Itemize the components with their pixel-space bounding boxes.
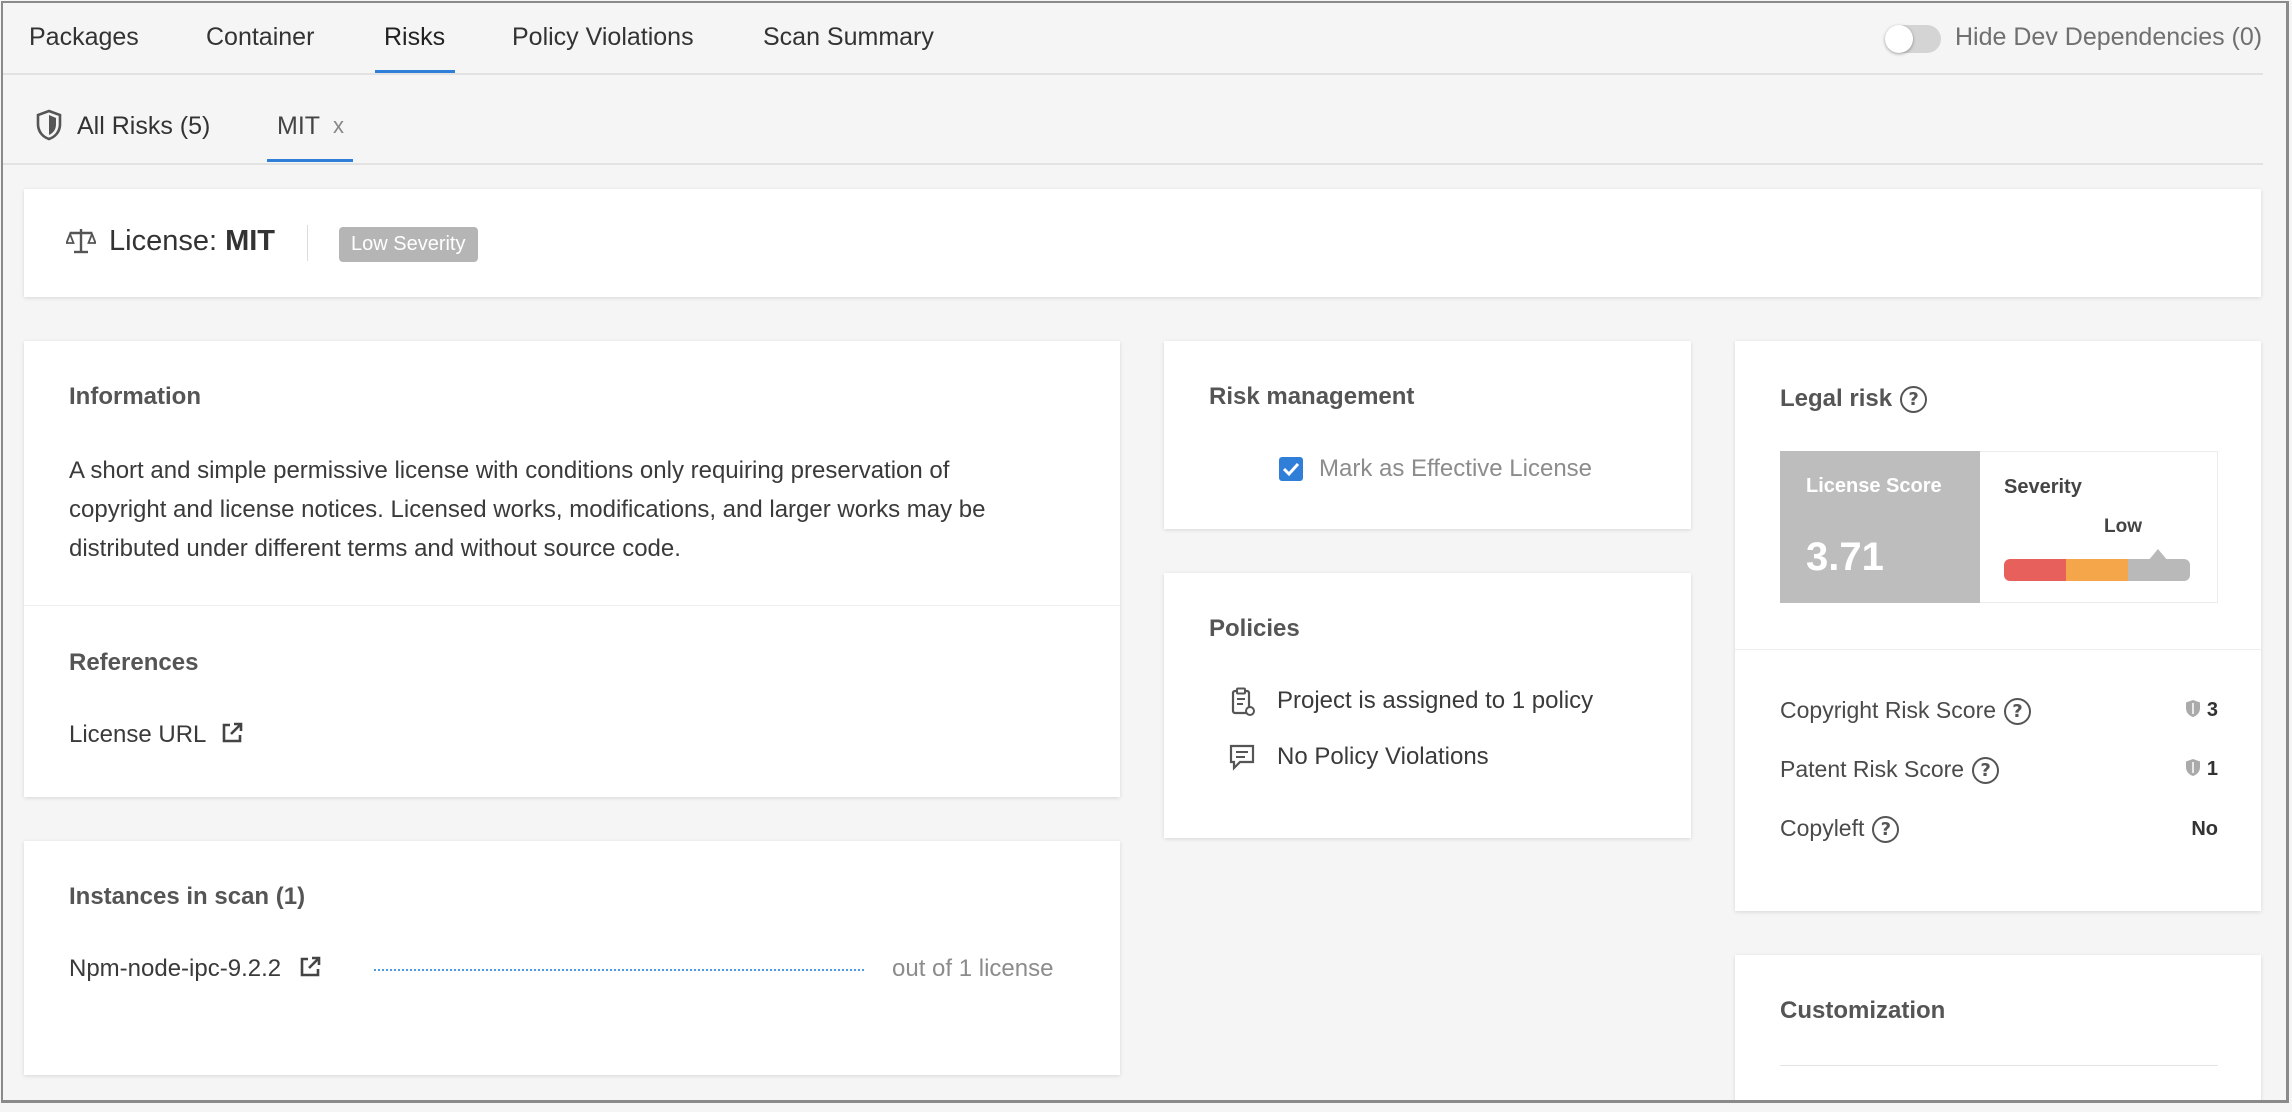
copyright-risk-value: 3	[2185, 699, 2218, 722]
copyleft-label: Copyleft?	[1780, 815, 1900, 844]
license-score-box: License Score 3.71	[1780, 451, 1980, 603]
license-header-card: License: MIT Low Severity	[24, 189, 2261, 297]
information-card: Information A short and simple permissiv…	[24, 341, 1120, 797]
information-description: A short and simple permissive license wi…	[69, 451, 985, 568]
severity-label: Severity	[2004, 476, 2082, 498]
check-icon	[1282, 462, 1300, 477]
copyleft-value: No	[2191, 818, 2218, 840]
help-icon[interactable]: ?	[1900, 386, 1928, 414]
severity-bar-medium	[2066, 559, 2128, 581]
toggle-knob	[1885, 25, 1913, 53]
hide-dev-label: Hide Dev Dependencies (0)	[1955, 23, 2263, 51]
hide-dev-toggle[interactable]	[1885, 25, 1941, 53]
license-name: MIT	[225, 225, 276, 257]
dotted-leader	[374, 969, 864, 971]
tab-packages[interactable]: Packages	[29, 23, 139, 52]
policies-title: Policies	[1209, 615, 1300, 642]
policies-card: Policies Project is assigned to 1 policy…	[1164, 573, 1691, 838]
help-icon[interactable]: ?	[1972, 757, 2000, 785]
app-frame: Packages Container Risks Policy Violatio…	[1, 1, 2289, 1103]
effective-license-label[interactable]: Mark as Effective License	[1319, 455, 1592, 483]
shield-icon	[2185, 759, 2200, 776]
tab-risks-underline	[375, 70, 455, 73]
comment-icon	[1229, 744, 1255, 771]
severity-badge: Low Severity	[339, 227, 478, 262]
tab-policy-violations[interactable]: Policy Violations	[512, 23, 694, 52]
license-title: License: MIT	[109, 225, 275, 258]
section-divider	[24, 605, 1120, 606]
tab-mit[interactable]: MIT	[277, 112, 320, 141]
license-score-value: 3.71	[1806, 535, 1884, 579]
legal-risk-title: Legal risk?	[1780, 385, 1928, 414]
information-title: Information	[69, 383, 201, 410]
effective-license-checkbox[interactable]	[1279, 457, 1303, 481]
section-divider	[1780, 1065, 2218, 1066]
top-tab-bar: Packages Container Risks Policy Violatio…	[3, 3, 2263, 75]
row-label-text: Copyright Risk Score	[1780, 697, 1997, 723]
help-icon[interactable]: ?	[1872, 816, 1900, 844]
references-title: References	[69, 649, 199, 676]
tab-scan-summary[interactable]: Scan Summary	[763, 23, 934, 52]
help-icon[interactable]: ?	[2004, 698, 2032, 726]
row-label-text: Patent Risk Score	[1780, 756, 1965, 782]
patent-risk-value: 1	[2185, 758, 2218, 781]
policy-assigned-text: Project is assigned to 1 policy	[1277, 687, 1594, 714]
header-divider	[307, 225, 308, 261]
legal-risk-card: Legal risk? License Score 3.71 Severity …	[1735, 341, 2261, 911]
row-value-text: 3	[2206, 699, 2218, 721]
policy-violations-text: No Policy Violations	[1277, 743, 1489, 770]
copyright-risk-label: Copyright Risk Score?	[1780, 697, 2032, 726]
instances-title: Instances in scan (1)	[69, 883, 306, 910]
tab-risks[interactable]: Risks	[384, 23, 445, 52]
external-link-icon	[300, 956, 321, 977]
license-prefix: License:	[109, 225, 226, 257]
package-link[interactable]: Npm-node-ipc-9.2.2	[69, 955, 322, 983]
license-score-label: License Score	[1806, 475, 1942, 497]
description-line: A short and simple permissive license wi…	[69, 457, 950, 484]
external-link-icon	[222, 722, 243, 743]
scale-icon	[66, 229, 96, 254]
description-line: distributed under different terms and wi…	[69, 535, 681, 562]
row-value-text: 1	[2206, 758, 2218, 780]
shield-icon	[2185, 700, 2200, 717]
severity-bar-low	[2128, 559, 2190, 581]
package-name: Npm-node-ipc-9.2.2	[69, 955, 282, 982]
customization-title: Customization	[1780, 997, 1946, 1024]
tab-mit-underline	[267, 159, 353, 162]
license-url-label: License URL	[69, 721, 206, 748]
patent-risk-label: Patent Risk Score?	[1780, 756, 2000, 785]
severity-bar-high	[2004, 559, 2066, 581]
tab-all-risks[interactable]: All Risks (5)	[77, 112, 210, 141]
risk-management-card: Risk management Mark as Effective Licens…	[1164, 341, 1691, 529]
legal-risk-label: Legal risk	[1780, 385, 1893, 412]
risk-tab-bar: All Risks (5) MIT x	[3, 77, 2263, 165]
shield-icon	[36, 109, 62, 141]
customization-card: Customization	[1735, 955, 2261, 1100]
close-tab-icon[interactable]: x	[333, 113, 344, 139]
severity-pointer-icon	[2148, 549, 2168, 561]
risk-management-title: Risk management	[1209, 383, 1415, 410]
instances-card: Instances in scan (1) Npm-node-ipc-9.2.2…	[24, 841, 1120, 1075]
row-label-text: Copyleft	[1780, 815, 1865, 841]
tab-container[interactable]: Container	[206, 23, 314, 52]
section-divider	[1735, 649, 2261, 650]
license-count-note: out of 1 license	[892, 955, 1054, 982]
severity-value: Low	[2104, 516, 2142, 537]
clipboard-policy-icon	[1231, 687, 1255, 716]
license-url-link[interactable]: License URL	[69, 721, 244, 749]
description-line: copyright and license notices. Licensed …	[69, 496, 986, 523]
